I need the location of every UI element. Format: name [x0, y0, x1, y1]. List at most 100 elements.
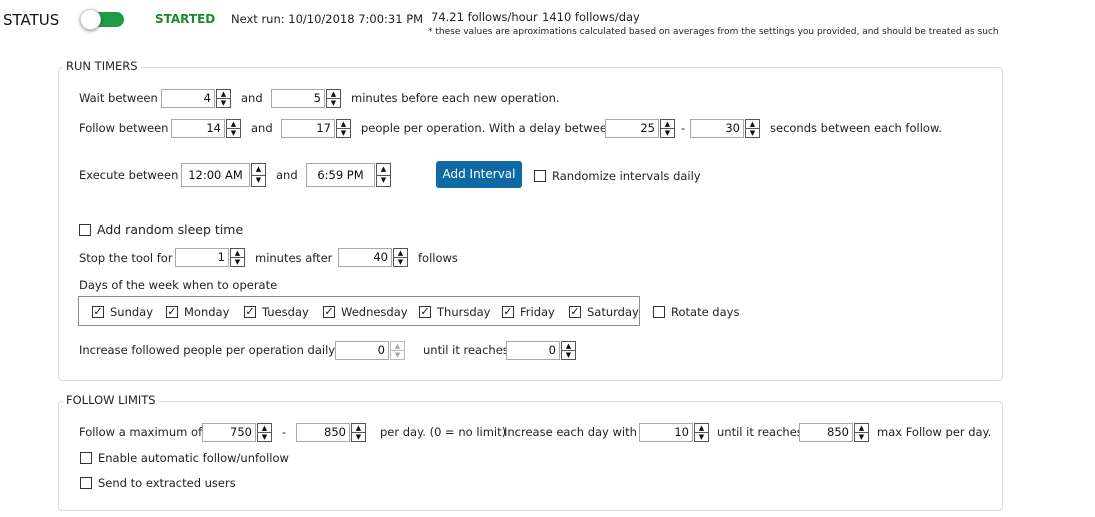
- follow-min-value[interactable]: 14: [171, 119, 225, 138]
- follow-min-stepper[interactable]: 14 ▲ ▼: [171, 119, 241, 138]
- spin-down-icon[interactable]: ▼: [394, 257, 407, 266]
- spin-down-icon[interactable]: ▼: [746, 128, 759, 137]
- check-icon[interactable]: ✓: [323, 306, 335, 318]
- spin-up-icon[interactable]: ▲: [337, 120, 350, 128]
- day-tuesday-checkbox[interactable]: ✓ Tuesday: [244, 305, 309, 319]
- limit-until-value[interactable]: 850: [799, 423, 853, 442]
- limit-until-label: until it reaches: [717, 425, 803, 439]
- extracted-users-checkbox[interactable]: Send to extracted users: [80, 476, 236, 490]
- rotate-days-checkbox[interactable]: Rotate days: [653, 305, 739, 319]
- spin-up-icon[interactable]: ▲: [227, 120, 240, 128]
- spin-down-icon[interactable]: ▼: [855, 432, 868, 441]
- spin-up-icon[interactable]: ▲: [217, 90, 230, 98]
- execute-start-value[interactable]: 12:00 AM: [181, 163, 250, 187]
- next-run-text: Next run: 10/10/2018 7:00:31 PM: [231, 12, 424, 26]
- day-monday-checkbox[interactable]: ✓ Monday: [166, 305, 229, 319]
- wait-min-stepper[interactable]: 4 ▲ ▼: [161, 89, 231, 108]
- spin-down-icon[interactable]: ▼: [217, 98, 230, 107]
- spin-up-icon[interactable]: ▲: [231, 249, 244, 257]
- checkbox-box[interactable]: [80, 452, 92, 464]
- auto-follow-checkbox[interactable]: Enable automatic follow/unfollow: [80, 451, 289, 465]
- follow-max-max-stepper[interactable]: 850 ▲ ▼: [296, 423, 366, 442]
- checkbox-box[interactable]: [80, 477, 92, 489]
- checkbox-box[interactable]: [653, 306, 665, 318]
- wait-max-value[interactable]: 5: [271, 89, 325, 108]
- spin-down-icon[interactable]: ▼: [337, 128, 350, 137]
- spin-down-icon[interactable]: ▼: [661, 128, 674, 137]
- check-icon[interactable]: ✓: [502, 306, 514, 318]
- stop-follows-stepper[interactable]: 40 ▲ ▼: [338, 248, 408, 267]
- execute-between-label: Execute between: [79, 168, 179, 182]
- stop-minutes-stepper[interactable]: 1 ▲ ▼: [175, 248, 245, 267]
- spin-up-icon[interactable]: ▲: [258, 424, 271, 432]
- spin-up-icon[interactable]: ▲: [695, 424, 708, 432]
- check-icon[interactable]: ✓: [419, 306, 431, 318]
- delay-min-stepper[interactable]: 25 ▲ ▼: [605, 119, 675, 138]
- increase-each-day-value[interactable]: 10: [639, 423, 693, 442]
- stop-follows-value[interactable]: 40: [338, 248, 392, 267]
- execute-start-picker[interactable]: 12:00 AM ▲ ▼: [181, 163, 266, 187]
- check-icon[interactable]: ✓: [166, 306, 178, 318]
- execute-end-value[interactable]: 6:59 PM: [306, 163, 375, 187]
- day-sunday-checkbox[interactable]: ✓ Sunday: [92, 305, 153, 319]
- spin-down-icon[interactable]: ▼: [258, 432, 271, 441]
- follow-max-min-value[interactable]: 750: [202, 423, 256, 442]
- rotate-days-label: Rotate days: [671, 305, 740, 319]
- wait-max-stepper[interactable]: 5 ▲ ▼: [271, 89, 341, 108]
- until-reaches-stepper[interactable]: 0 ▲ ▼: [506, 341, 576, 360]
- limit-until-stepper[interactable]: 850 ▲ ▼: [799, 423, 869, 442]
- spin-up-icon[interactable]: ▲: [855, 424, 868, 432]
- day-label: Friday: [520, 305, 555, 319]
- spin-down-icon[interactable]: ▼: [352, 432, 365, 441]
- spin-down-icon[interactable]: ▼: [695, 432, 708, 441]
- until-reaches-value[interactable]: 0: [506, 341, 560, 360]
- delay-max-value[interactable]: 30: [690, 119, 744, 138]
- increase-daily-stepper[interactable]: 0 ▲ ▼: [335, 341, 405, 360]
- follow-max-min-stepper[interactable]: 750 ▲ ▼: [202, 423, 272, 442]
- spin-down-icon[interactable]: ▼: [562, 350, 575, 359]
- spin-down-icon[interactable]: ▼: [227, 128, 240, 137]
- delay-dash: -: [681, 121, 686, 135]
- spin-down-icon[interactable]: ▼: [252, 174, 265, 187]
- wait-min-value[interactable]: 4: [161, 89, 215, 108]
- execute-and-label: and: [276, 168, 298, 182]
- check-icon[interactable]: ✓: [569, 306, 581, 318]
- per-day-label: per day. (0 = no limit): [380, 425, 507, 439]
- delay-max-stepper[interactable]: 30 ▲ ▼: [690, 119, 760, 138]
- spin-up-icon[interactable]: ▲: [746, 120, 759, 128]
- follow-max-stepper[interactable]: 17 ▲ ▼: [281, 119, 351, 138]
- check-icon[interactable]: ✓: [244, 306, 256, 318]
- spin-up-icon[interactable]: ▲: [327, 90, 340, 98]
- check-icon[interactable]: ✓: [92, 306, 104, 318]
- spin-up-icon[interactable]: ▲: [661, 120, 674, 128]
- spin-down-icon[interactable]: ▼: [231, 257, 244, 266]
- day-thursday-checkbox[interactable]: ✓ Thursday: [419, 305, 490, 319]
- spin-down-icon[interactable]: ▼: [327, 98, 340, 107]
- follow-max-max-value[interactable]: 850: [296, 423, 350, 442]
- day-friday-checkbox[interactable]: ✓ Friday: [502, 305, 555, 319]
- day-saturday-checkbox[interactable]: ✓ Saturday: [569, 305, 639, 319]
- status-toggle[interactable]: [80, 9, 126, 30]
- spin-up-icon[interactable]: ▲: [252, 164, 265, 175]
- random-sleep-checkbox[interactable]: Add random sleep time: [79, 222, 243, 237]
- randomize-intervals-checkbox[interactable]: Randomize intervals daily: [534, 169, 701, 183]
- spin-up-icon[interactable]: ▲: [562, 342, 575, 350]
- increase-each-day-stepper[interactable]: 10 ▲ ▼: [639, 423, 709, 442]
- follow-max-value[interactable]: 17: [281, 119, 335, 138]
- follow-limits-title: FOLLOW LIMITS: [63, 393, 159, 407]
- spin-up-icon[interactable]: ▲: [352, 424, 365, 432]
- spin-up-icon[interactable]: ▲: [391, 342, 404, 350]
- add-interval-button[interactable]: Add Interval: [436, 161, 522, 188]
- checkbox-box[interactable]: [79, 223, 91, 236]
- checkbox-box[interactable]: [534, 170, 546, 182]
- increase-daily-value[interactable]: 0: [335, 341, 389, 360]
- spin-down-icon[interactable]: ▼: [391, 350, 404, 359]
- execute-end-picker[interactable]: 6:59 PM ▲ ▼: [306, 163, 391, 187]
- day-label: Wednesday: [341, 305, 408, 319]
- spin-up-icon[interactable]: ▲: [394, 249, 407, 257]
- day-wednesday-checkbox[interactable]: ✓ Wednesday: [323, 305, 408, 319]
- spin-up-icon[interactable]: ▲: [377, 164, 390, 175]
- stop-minutes-value[interactable]: 1: [175, 248, 229, 267]
- spin-down-icon[interactable]: ▼: [377, 174, 390, 187]
- delay-min-value[interactable]: 25: [605, 119, 659, 138]
